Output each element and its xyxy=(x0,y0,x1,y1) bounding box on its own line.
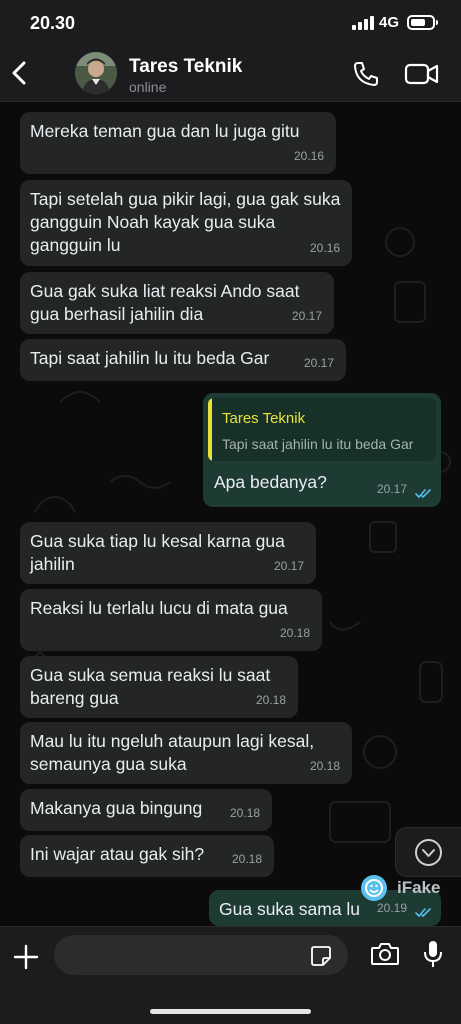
incoming-message[interactable]: Tapi setelah gua pikir lagi, gua gak suk… xyxy=(20,180,352,266)
contact-name[interactable]: Tares Teknik xyxy=(129,56,242,78)
avatar[interactable] xyxy=(75,52,117,94)
ifake-logo-icon xyxy=(361,875,387,901)
quote-accent-bar xyxy=(208,398,212,461)
message-text: Makanya gua bingung xyxy=(30,798,203,818)
phone-call-icon[interactable] xyxy=(352,60,380,88)
camera-icon[interactable] xyxy=(370,941,400,967)
message-input[interactable] xyxy=(54,935,348,975)
incoming-message[interactable]: Gua suka tiap lu kesal karna gua jahilin… xyxy=(20,522,316,584)
incoming-message[interactable]: Reaksi lu terlalu lucu di mata gua 20.18 xyxy=(20,589,322,651)
message-text: Gua suka tiap lu kesal karna gua jahilin xyxy=(30,531,285,574)
read-receipt-icon xyxy=(415,489,431,498)
read-receipt-icon xyxy=(415,908,431,917)
incoming-message[interactable]: Mereka teman gua dan lu juga gitu 20.16 xyxy=(20,112,336,174)
message-timestamp: 20.18 xyxy=(255,693,286,707)
incoming-message[interactable]: Gua suka semua reaksi lu saat bareng gua… xyxy=(20,656,298,718)
chat-area[interactable]: Mereka teman gua dan lu juga gitu 20.16 Ta… xyxy=(0,102,461,926)
message-text: Gua suka semua reaksi lu saat bareng gua xyxy=(30,665,271,708)
video-call-icon[interactable] xyxy=(404,61,440,87)
scroll-to-bottom-button[interactable] xyxy=(395,827,461,877)
message-timestamp: 20.18 xyxy=(229,806,260,820)
message-text: Ini wajar atau gak sih? xyxy=(30,844,205,864)
message-timestamp: 20.18 xyxy=(309,759,340,773)
message-timestamp: 20.16 xyxy=(309,241,340,255)
message-text: Tapi setelah gua pikir lagi, gua gak suk… xyxy=(30,189,341,255)
contact-status: online xyxy=(129,79,167,95)
message-timestamp: 20.17 xyxy=(376,482,407,496)
status-time: 20.30 xyxy=(30,13,76,33)
message-text: Reaksi lu terlalu lucu di mata gua xyxy=(30,598,288,618)
message-text: Tapi saat jahilin lu itu beda Gar xyxy=(30,348,270,368)
signal-icon xyxy=(352,16,374,30)
incoming-message[interactable]: Ini wajar atau gak sih? 20.18 xyxy=(20,835,274,877)
message-timestamp: 20.18 xyxy=(279,626,310,640)
incoming-message[interactable]: Tapi saat jahilin lu itu beda Gar 20.17 xyxy=(20,339,346,381)
message-timestamp: 20.17 xyxy=(291,309,322,323)
home-indicator xyxy=(150,1009,311,1014)
message-composer xyxy=(0,926,461,1024)
quoted-reply[interactable]: Tares Teknik Tapi saat jahilin lu itu bed… xyxy=(208,398,436,461)
quoted-text: Tapi saat jahilin lu itu beda Gar xyxy=(222,436,414,452)
watermark-text: iFake xyxy=(397,878,441,897)
message-text: Gua gak suka liat reaksi Ando saat gua b… xyxy=(30,281,300,324)
incoming-message[interactable]: Gua gak suka liat reaksi Ando saat gua b… xyxy=(20,272,334,334)
message-timestamp: 20.17 xyxy=(303,356,334,370)
chevron-down-icon xyxy=(415,839,442,866)
message-timestamp: 20.17 xyxy=(273,559,304,573)
message-timestamp: 20.16 xyxy=(293,149,324,163)
quoted-sender: Tares Teknik xyxy=(222,410,306,427)
status-bar: 20.30 4G xyxy=(0,0,461,46)
message-text: Mau lu itu ngeluh ataupun lagi kesal, se… xyxy=(30,731,315,774)
watermark: iFake xyxy=(361,875,461,901)
back-arrow-icon[interactable] xyxy=(8,58,34,88)
outgoing-message[interactable]: Tares Teknik Tapi saat jahilin lu itu bed… xyxy=(203,393,441,507)
plus-icon[interactable] xyxy=(12,943,40,971)
incoming-message[interactable]: Makanya gua bingung 20.18 xyxy=(20,789,272,831)
battery-icon xyxy=(407,15,438,30)
network-type: 4G xyxy=(379,14,400,31)
message-text: Apa bedanya? xyxy=(214,472,327,492)
incoming-message[interactable]: Mau lu itu ngeluh ataupun lagi kesal, se… xyxy=(20,722,352,784)
chat-header: Tares Teknik online xyxy=(0,46,461,102)
sticker-icon[interactable] xyxy=(310,945,332,967)
message-timestamp: 20.18 xyxy=(231,852,262,866)
message-text: Mereka teman gua dan lu juga gitu xyxy=(30,121,300,141)
microphone-icon[interactable] xyxy=(423,939,443,969)
